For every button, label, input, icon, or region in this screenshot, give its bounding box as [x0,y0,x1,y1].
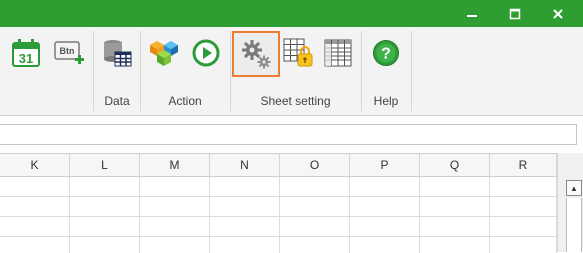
help-glyph: ? [381,46,391,63]
grid-cell[interactable] [280,217,350,237]
database-table-icon [104,40,132,67]
vertical-scrollbar[interactable]: ▲ [557,153,583,252]
grid-cell[interactable] [490,217,557,237]
minimize-button[interactable] [452,0,492,27]
grid-cell[interactable] [350,217,420,237]
sheet-layout-button[interactable] [317,32,359,74]
table-row [0,237,557,253]
grid-cell[interactable] [280,197,350,217]
column-header-r[interactable]: R [490,154,557,176]
cubes-button[interactable] [143,32,185,74]
calendar-day-text: 31 [19,51,33,66]
grid-cell[interactable] [140,217,210,237]
grid-cell[interactable] [420,237,490,253]
group-label-action: Action [168,94,202,108]
play-icon [192,39,220,67]
scroll-up-arrow-icon: ▲ [570,183,578,193]
column-header-k[interactable]: K [0,154,70,176]
ribbon-separator [411,31,412,111]
column-header-n[interactable]: N [210,154,280,176]
grid-cell[interactable] [0,177,70,197]
grid-cell[interactable] [420,217,490,237]
data-source-button[interactable] [96,32,138,74]
grid-cell[interactable] [140,177,210,197]
group-label-help: Help [373,94,399,108]
minimize-icon [467,14,477,17]
settings-gears-icon [242,40,271,69]
grid-cell[interactable] [70,217,140,237]
table-row [0,217,557,237]
grid-cell[interactable] [420,197,490,217]
grid-cell[interactable] [350,177,420,197]
title-bar [0,0,583,27]
grid-cell[interactable] [280,237,350,253]
grid-cell[interactable] [70,237,140,253]
scroll-track[interactable] [566,198,582,252]
grid-cell[interactable] [70,177,140,197]
spreadsheet-grid: K L M N O P Q R [0,153,557,253]
close-icon [553,8,563,19]
column-header-p[interactable]: P [350,154,420,176]
grid-cell[interactable] [140,197,210,217]
group-label-sheet-setting: Sheet setting [260,94,331,108]
grid-cell[interactable] [210,237,280,253]
settings-button[interactable] [232,31,280,77]
grid-cell[interactable] [210,197,280,217]
grid-cell[interactable] [210,217,280,237]
protect-sheet-button[interactable] [277,32,319,74]
grid-cell[interactable] [210,177,280,197]
grid-cell[interactable] [280,177,350,197]
maximize-icon [509,8,521,19]
add-button-icon: Btn [54,41,84,64]
grid-cell[interactable] [350,197,420,217]
add-button-button[interactable]: Btn [48,32,90,74]
formula-input[interactable] [0,124,577,145]
close-button[interactable] [538,0,578,27]
column-header-q[interactable]: Q [420,154,490,176]
column-header-o[interactable]: O [280,154,350,176]
grid-cell[interactable] [350,237,420,253]
ribbon-separator [93,31,94,111]
sheet-lock-icon [283,38,313,67]
scroll-up-button[interactable]: ▲ [566,180,582,196]
help-icon: ? [373,40,399,66]
btn-text: Btn [60,46,75,56]
grid-cell[interactable] [0,237,70,253]
table-row [0,177,557,197]
column-header-l[interactable]: L [70,154,140,176]
grid-cell[interactable] [490,177,557,197]
cubes-icon [150,41,178,66]
maximize-button[interactable] [495,0,535,27]
column-header-m[interactable]: M [140,154,210,176]
calendar-icon: 31 [12,39,40,67]
grid-cell[interactable] [490,237,557,253]
grid-cell[interactable] [70,197,140,217]
column-headers: K L M N O P Q R [0,154,557,177]
grid-cell[interactable] [0,217,70,237]
ribbon: 31 Btn Data Action Sheet setting ? Help [0,27,583,116]
grid-cell[interactable] [490,197,557,217]
grid-cell[interactable] [140,237,210,253]
sheet-grid-icon [324,39,352,67]
run-button[interactable] [185,32,227,74]
grid-cell[interactable] [0,197,70,217]
formula-bar [0,116,583,152]
table-row [0,197,557,217]
calendar-button[interactable]: 31 [5,32,47,74]
grid-cell[interactable] [420,177,490,197]
help-button[interactable]: ? [365,32,407,74]
group-label-data: Data [104,94,130,108]
